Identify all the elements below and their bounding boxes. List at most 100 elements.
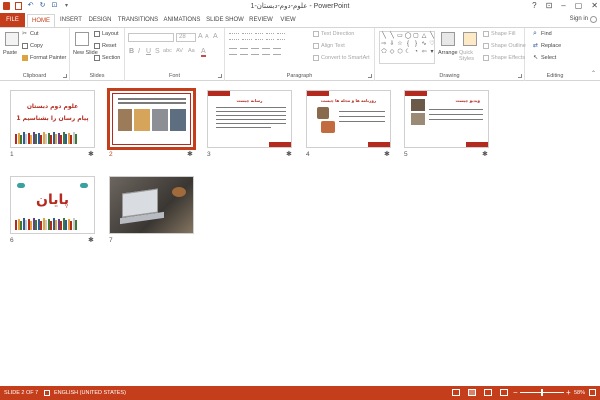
- font-size-combo[interactable]: 28: [176, 33, 196, 42]
- fit-to-window-icon[interactable]: [589, 389, 596, 396]
- increase-indent-icon[interactable]: [266, 33, 274, 40]
- tab-slide-show[interactable]: SLIDE SHOW: [206, 14, 244, 27]
- justify-icon[interactable]: [262, 48, 270, 55]
- italic-button[interactable]: I: [138, 48, 140, 55]
- arrow-shape-icon[interactable]: ⇨: [380, 40, 388, 48]
- slide-thumbnail-4[interactable]: روزنامه ها و مجله ها چیست: [306, 90, 391, 148]
- align-center-icon[interactable]: [240, 48, 248, 55]
- help-button[interactable]: ?: [532, 1, 536, 10]
- align-text-button[interactable]: Align Text: [313, 43, 345, 49]
- tab-review[interactable]: REVIEW: [248, 14, 274, 27]
- line-spacing-icon[interactable]: [277, 33, 285, 40]
- language-status[interactable]: ENGLISH (UNITED STATES): [54, 390, 126, 396]
- clear-formatting-button[interactable]: A: [213, 33, 218, 40]
- zoom-slider-thumb[interactable]: [541, 389, 543, 396]
- brace-shape-icon[interactable]: {: [404, 40, 412, 48]
- paste-button[interactable]: Paste: [3, 50, 17, 56]
- normal-view-icon[interactable]: [452, 389, 460, 396]
- callout-shape-icon[interactable]: ◔: [412, 48, 420, 56]
- layout-button[interactable]: Layout: [94, 31, 119, 37]
- slide-thumbnail-7[interactable]: [109, 176, 194, 234]
- slide-sorter-view-icon[interactable]: [468, 389, 476, 396]
- diamond-shape-icon[interactable]: ◇: [388, 48, 396, 56]
- zoom-out-button[interactable]: −: [513, 388, 518, 397]
- slide-show-icon[interactable]: [500, 389, 508, 396]
- avatar-icon[interactable]: [590, 16, 597, 23]
- new-slide-icon[interactable]: [75, 32, 89, 46]
- bullets-icon[interactable]: [229, 33, 239, 40]
- sign-in-link[interactable]: Sign in: [570, 16, 588, 22]
- find-button[interactable]: ⌕ Find: [533, 30, 552, 37]
- change-case-button[interactable]: Aa: [188, 48, 195, 54]
- copy-button[interactable]: Copy: [22, 43, 43, 49]
- moon-shape-icon[interactable]: ☾: [404, 48, 412, 56]
- curve-shape-icon[interactable]: ∿: [420, 40, 428, 48]
- brace-shape-icon[interactable]: }: [412, 40, 420, 48]
- replace-button[interactable]: ⇄ Replace: [533, 43, 561, 49]
- tab-view[interactable]: VIEW: [278, 14, 298, 27]
- animation-star-icon[interactable]: ✱: [482, 150, 488, 158]
- rectangle-shape-icon[interactable]: ▭: [396, 32, 404, 40]
- animation-star-icon[interactable]: ✱: [384, 150, 390, 158]
- align-left-icon[interactable]: [229, 48, 237, 55]
- slide-thumbnail-2[interactable]: [107, 88, 196, 150]
- slide-thumbnail-6[interactable]: پایان: [10, 176, 95, 234]
- slide-thumbnail-5[interactable]: ویدیو چیست: [404, 90, 489, 148]
- arrow-shape-icon[interactable]: ⇦: [420, 48, 428, 56]
- tab-file[interactable]: FILE: [0, 13, 25, 27]
- triangle-shape-icon[interactable]: △: [420, 32, 428, 40]
- reset-button[interactable]: Reset: [94, 43, 116, 49]
- animation-star-icon[interactable]: ✱: [88, 236, 94, 244]
- animation-star-icon[interactable]: ✱: [88, 150, 94, 158]
- select-button[interactable]: ↖ Select: [533, 55, 556, 61]
- restore-button[interactable]: ▢: [575, 1, 583, 10]
- tab-home[interactable]: HOME: [27, 14, 55, 27]
- zoom-in-button[interactable]: +: [566, 388, 571, 397]
- paste-icon[interactable]: [5, 32, 19, 46]
- line-shape-icon[interactable]: ╲: [428, 32, 436, 40]
- rectangle-shape-icon[interactable]: ▢: [412, 32, 420, 40]
- decrease-indent-icon[interactable]: [255, 33, 263, 40]
- hexagon-shape-icon[interactable]: ⬡: [396, 48, 404, 56]
- tab-animations[interactable]: ANIMATIONS: [162, 14, 202, 27]
- cut-button[interactable]: ✂ Cut: [22, 31, 39, 37]
- slide-thumbnail-1[interactable]: علوم دوم دبستان پیام رسان را بشناسیم 1: [10, 90, 95, 148]
- shape-fill-button[interactable]: Shape Fill: [483, 31, 515, 37]
- shape-outline-button[interactable]: Shape Outline: [483, 43, 526, 49]
- text-direction-button[interactable]: Text Direction: [313, 31, 354, 37]
- strikethrough-button[interactable]: S: [155, 48, 160, 55]
- tab-insert[interactable]: INSERT: [58, 14, 84, 27]
- slide-thumbnail-3[interactable]: رسانه چیست: [207, 90, 292, 148]
- close-button[interactable]: ✕: [591, 1, 598, 10]
- line-shape-icon[interactable]: ╲: [388, 32, 396, 40]
- pentagon-shape-icon[interactable]: ⬠: [380, 48, 388, 56]
- drawing-launcher-icon[interactable]: [518, 74, 522, 78]
- arrange-icon[interactable]: [441, 32, 455, 46]
- text-shadow-button[interactable]: abc: [163, 48, 172, 54]
- clipboard-launcher-icon[interactable]: [63, 74, 67, 78]
- reading-view-icon[interactable]: [484, 389, 492, 396]
- arrow-shape-icon[interactable]: ⇩: [388, 40, 396, 48]
- grow-font-button[interactable]: A: [198, 33, 203, 40]
- underline-button[interactable]: U: [146, 48, 151, 55]
- font-color-button[interactable]: A: [201, 48, 206, 57]
- quick-styles-button[interactable]: Quick Styles: [459, 50, 483, 62]
- spelling-check-icon[interactable]: [44, 390, 50, 396]
- animation-star-icon[interactable]: ✱: [187, 150, 193, 158]
- minimize-button[interactable]: –: [561, 1, 565, 10]
- bold-button[interactable]: B: [129, 48, 134, 55]
- heart-shape-icon[interactable]: ♡: [428, 40, 436, 48]
- line-shape-icon[interactable]: ╲: [380, 32, 388, 40]
- character-spacing-button[interactable]: AV: [176, 48, 183, 54]
- shape-effects-button[interactable]: Shape Effects: [483, 55, 525, 61]
- section-button[interactable]: Section: [94, 55, 120, 61]
- slide-count-status[interactable]: SLIDE 2 OF 7: [4, 390, 38, 396]
- shrink-font-button[interactable]: A: [205, 34, 209, 40]
- shapes-gallery[interactable]: ╲ ╲ ▭ ◯ ▢ △ ╲ ⇨ ⇩ ☆ { } ∿ ♡ ⬠ ◇ ⬡ ☾ ◔ ⇦ …: [379, 31, 435, 64]
- collapse-ribbon-icon[interactable]: ⌃: [591, 70, 596, 77]
- zoom-level[interactable]: 58%: [574, 390, 585, 396]
- numbering-icon[interactable]: [242, 33, 252, 40]
- columns-icon[interactable]: [273, 48, 281, 55]
- quick-styles-icon[interactable]: [463, 32, 477, 46]
- font-launcher-icon[interactable]: [218, 74, 222, 78]
